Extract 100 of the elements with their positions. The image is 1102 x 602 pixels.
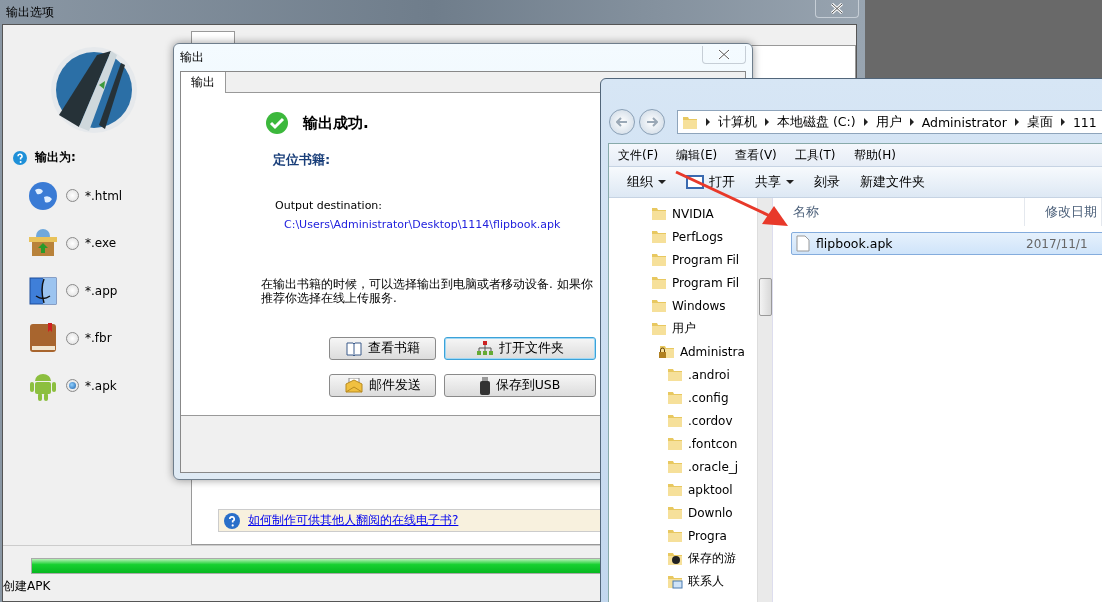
caret-icon [658, 180, 666, 184]
action-button[interactable]: 打开文件夹 [444, 337, 596, 360]
format-label: *.fbr [85, 331, 112, 346]
tree-item[interactable]: Program Fil [609, 271, 740, 294]
column-header[interactable]: 修改日期 [1041, 202, 1101, 222]
folder-icon [651, 252, 667, 267]
globe-icon [28, 180, 58, 211]
action-button[interactable]: 邮件发送 [329, 374, 436, 397]
folder-icon [667, 528, 683, 543]
folder-icon [667, 390, 683, 405]
tree-item[interactable]: 保存的游 [625, 547, 736, 570]
folder-icon [651, 275, 667, 290]
action-button[interactable]: 保存到USB [444, 374, 596, 397]
close-button[interactable] [702, 45, 746, 64]
destination-label: Output destination: [275, 199, 383, 212]
radio-button[interactable] [66, 331, 79, 345]
caret-icon [786, 180, 794, 184]
book-icon [29, 323, 57, 354]
back-button[interactable] [609, 109, 635, 135]
back-arrow-icon [616, 117, 628, 127]
section-heading: 定位书籍: [273, 151, 331, 169]
tab[interactable]: 输出 [181, 72, 226, 93]
tree-item[interactable]: .fontcon [625, 432, 738, 455]
breadcrumb[interactable]: 计算机 [718, 113, 757, 131]
finder-icon [29, 276, 57, 305]
close-button[interactable] [815, 0, 859, 18]
format-label: *.apk [85, 378, 117, 393]
locked-folder-icon [659, 344, 675, 359]
forward-arrow-icon [646, 117, 658, 127]
tree-item[interactable]: .oracle_j [625, 455, 739, 478]
breadcrumb[interactable]: 桌面 [1026, 113, 1053, 131]
file-icon [796, 235, 810, 252]
folder-icon [667, 459, 683, 474]
tree-item[interactable]: Administra [617, 340, 745, 363]
help-link[interactable]: 如何制作可供其他人翻阅的在线电子书? [248, 512, 459, 529]
message-text: 在输出书籍的时候，可以选择输出到电脑或者移动设备. 如果你 推荐你选择在线上传服务. [261, 277, 593, 305]
tree-item[interactable]: 用户 [609, 317, 696, 340]
folder-icon [667, 505, 683, 520]
tree-item[interactable]: 联系人 [625, 570, 724, 593]
status-heading: 输出成功. [303, 113, 369, 133]
menu-item[interactable]: 文件(F) [609, 146, 668, 164]
menu-item[interactable]: 工具(T) [785, 146, 845, 164]
menu-item[interactable]: 帮助(H) [844, 146, 905, 164]
radio-button[interactable] [66, 189, 79, 203]
folder-icon [682, 114, 698, 130]
output-as-label: 输出为: [35, 149, 76, 166]
folder-icon [667, 367, 683, 382]
toolbar-button[interactable]: 刻录 [806, 169, 852, 195]
radio-button[interactable] [66, 236, 79, 250]
tree-item[interactable]: PerfLogs [609, 225, 724, 248]
breadcrumb[interactable]: Administrator [921, 114, 1007, 130]
toolbar-button[interactable]: 打开 [678, 169, 747, 195]
tree-item[interactable]: .androi [625, 363, 730, 386]
close-icon [830, 3, 844, 14]
tree-item[interactable]: NVIDIA [609, 202, 714, 225]
menu-item[interactable]: 查看(V) [726, 146, 786, 164]
format-label: *.exe [85, 236, 117, 251]
usb-drive-icon [479, 376, 490, 395]
breadcrumb[interactable]: 本地磁盘 (C:) [777, 113, 856, 131]
radio-button[interactable] [66, 284, 79, 298]
package-icon [27, 228, 59, 259]
tree-item[interactable]: apktool [625, 478, 733, 501]
book-icon [345, 341, 362, 356]
games-folder-icon [667, 551, 683, 566]
folder-icon [651, 206, 667, 221]
folder-icon [667, 482, 683, 497]
folder-icon [651, 298, 667, 313]
toolbar-button[interactable]: 新建文件夹 [852, 169, 937, 195]
tree-item[interactable]: Progra [625, 524, 727, 547]
breadcrumb[interactable]: 用户 [875, 113, 902, 131]
file-date: 2017/11/1 [1025, 236, 1088, 251]
help-icon [13, 150, 27, 165]
column-header[interactable]: 名称 [789, 202, 823, 222]
forward-button[interactable] [639, 109, 665, 135]
tree-item[interactable]: Windows [609, 294, 726, 317]
tree-item[interactable]: Downlo [625, 501, 733, 524]
format-label: *.html [85, 188, 123, 203]
folder-icon [651, 229, 667, 244]
tree-item[interactable]: .config [625, 386, 729, 409]
tree-item[interactable]: .cordov [625, 409, 733, 432]
tree-item[interactable]: Program Fil [609, 248, 740, 271]
envelope-icon [344, 378, 363, 393]
toolbar-button[interactable]: 共享 [747, 169, 806, 195]
close-icon [717, 48, 731, 60]
network-icon [476, 341, 493, 356]
folder-icon [667, 413, 683, 428]
check-icon [265, 111, 289, 135]
file-row[interactable]: flipbook.apk 2017/11/1 [791, 232, 1102, 255]
help-icon [224, 512, 240, 529]
dialog-title: 输出 [180, 49, 204, 66]
logo-icon [49, 45, 139, 135]
menu-item[interactable]: 编辑(E) [667, 146, 727, 164]
window-title: 输出选项 [6, 3, 54, 21]
toolbar-button[interactable]: 组织 [619, 169, 678, 195]
scrollbar[interactable] [757, 198, 772, 602]
action-button[interactable]: 查看书籍 [329, 337, 436, 360]
destination-path: C:\Users\Administrator\Desktop\1114\flipbook.apk [284, 218, 561, 231]
breadcrumb[interactable]: 111 [1072, 114, 1097, 130]
radio-button[interactable] [66, 379, 79, 393]
address-bar[interactable]: 计算机 本地磁盘 (C:) 用户 Administrator 桌面 111 [677, 110, 1102, 134]
